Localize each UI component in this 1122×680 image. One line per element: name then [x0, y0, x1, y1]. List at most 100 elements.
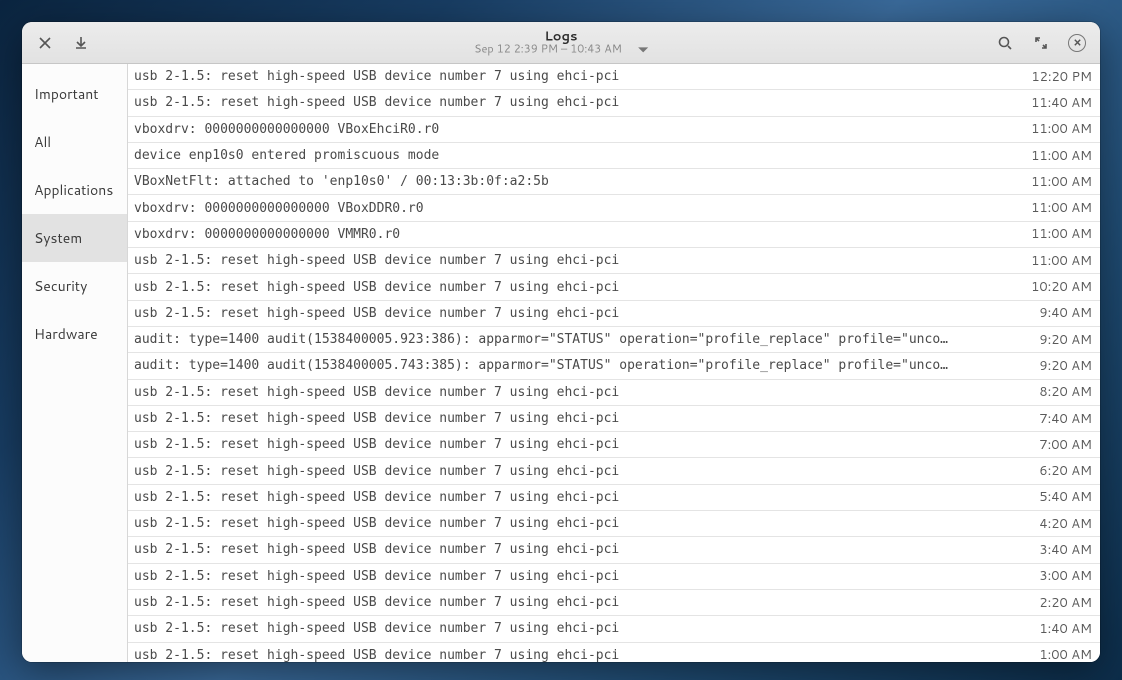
log-message: usb 2-1.5: reset high-speed USB device n… — [134, 648, 1020, 662]
date-range: Sep 12 2:39 PM – 10:43 AM — [474, 44, 622, 56]
log-timestamp: 11:00 AM — [1020, 225, 1092, 243]
log-row[interactable]: usb 2-1.5: reset high-speed USB device n… — [128, 564, 1100, 590]
log-timestamp: 3:00 AM — [1020, 567, 1092, 585]
log-row[interactable]: usb 2-1.5: reset high-speed USB device n… — [128, 90, 1100, 116]
sidebar: Important All Applications System Security Ha… — [22, 64, 128, 662]
log-message: usb 2-1.5: reset high-speed USB device n… — [134, 621, 1020, 636]
log-timestamp: 9:40 AM — [1020, 304, 1092, 322]
log-row[interactable]: device enp10s0 entered promiscuous mode1… — [128, 143, 1100, 169]
log-timestamp: 1:00 AM — [1020, 646, 1092, 662]
log-row[interactable]: usb 2-1.5: reset high-speed USB device n… — [128, 432, 1100, 458]
log-row[interactable]: usb 2-1.5: reset high-speed USB device n… — [128, 406, 1100, 432]
expand-button[interactable] — [1030, 32, 1052, 54]
log-row[interactable]: audit: type=1400 audit(1538400005.923:38… — [128, 327, 1100, 353]
log-row[interactable]: usb 2-1.5: reset high-speed USB device n… — [128, 590, 1100, 616]
log-timestamp: 6:20 AM — [1020, 462, 1092, 480]
log-timestamp: 5:40 AM — [1020, 488, 1092, 506]
log-timestamp: 11:00 AM — [1020, 252, 1092, 270]
log-message: usb 2-1.5: reset high-speed USB device n… — [134, 464, 1020, 479]
log-message: usb 2-1.5: reset high-speed USB device n… — [134, 95, 1020, 110]
log-timestamp: 11:00 AM — [1020, 199, 1092, 217]
sidebar-item-label: Hardware — [34, 324, 98, 344]
log-row[interactable]: VBoxNetFlt: attached to 'enp10s0' / 00:1… — [128, 169, 1100, 195]
log-timestamp: 8:20 AM — [1020, 383, 1092, 401]
log-message: usb 2-1.5: reset high-speed USB device n… — [134, 253, 1020, 268]
chevron-down-icon — [638, 48, 648, 53]
log-timestamp: 11:40 AM — [1020, 94, 1092, 112]
log-row[interactable]: audit: type=1400 audit(1538400005.743:38… — [128, 353, 1100, 379]
log-message: usb 2-1.5: reset high-speed USB device n… — [134, 569, 1020, 584]
log-timestamp: 11:00 AM — [1020, 147, 1092, 165]
log-row[interactable]: usb 2-1.5: reset high-speed USB device n… — [128, 301, 1100, 327]
log-message: audit: type=1400 audit(1538400005.743:38… — [134, 358, 1020, 373]
log-row[interactable]: usb 2-1.5: reset high-speed USB device n… — [128, 537, 1100, 563]
log-timestamp: 11:00 AM — [1020, 120, 1092, 138]
window-close-button[interactable] — [1066, 32, 1088, 54]
logs-window: Logs Sep 12 2:39 PM – 10:43 AM Important… — [22, 22, 1100, 662]
headerbar-left — [22, 32, 104, 54]
log-list[interactable]: usb 2-1.5: reset high-speed USB device n… — [128, 64, 1100, 662]
log-timestamp: 3:40 AM — [1020, 541, 1092, 559]
close-button[interactable] — [34, 32, 56, 54]
sidebar-item-all[interactable]: All — [22, 118, 127, 166]
log-timestamp: 7:00 AM — [1020, 436, 1092, 454]
log-message: vboxdrv: 0000000000000000 VBoxEhciR0.r0 — [134, 122, 1020, 137]
log-timestamp: 1:40 AM — [1020, 620, 1092, 638]
log-message: usb 2-1.5: reset high-speed USB device n… — [134, 542, 1020, 557]
log-message: usb 2-1.5: reset high-speed USB device n… — [134, 385, 1020, 400]
log-message: usb 2-1.5: reset high-speed USB device n… — [134, 437, 1020, 452]
log-message: vboxdrv: 0000000000000000 VBoxDDR0.r0 — [134, 201, 1020, 216]
sidebar-item-label: Important — [34, 84, 99, 104]
log-timestamp: 7:40 AM — [1020, 410, 1092, 428]
sidebar-item-applications[interactable]: Applications — [22, 166, 127, 214]
headerbar: Logs Sep 12 2:39 PM – 10:43 AM — [22, 22, 1100, 64]
log-message: usb 2-1.5: reset high-speed USB device n… — [134, 69, 1020, 84]
log-message: usb 2-1.5: reset high-speed USB device n… — [134, 306, 1020, 321]
sidebar-item-hardware[interactable]: Hardware — [22, 310, 127, 358]
log-row[interactable]: vboxdrv: 0000000000000000 VMMR0.r011:00 … — [128, 222, 1100, 248]
close-circle-icon — [1068, 34, 1086, 52]
close-icon — [37, 35, 53, 51]
log-message: audit: type=1400 audit(1538400005.923:38… — [134, 332, 1020, 347]
log-message: usb 2-1.5: reset high-speed USB device n… — [134, 595, 1020, 610]
log-timestamp: 10:20 AM — [1020, 278, 1092, 296]
log-row[interactable]: vboxdrv: 0000000000000000 VBoxDDR0.r011:… — [128, 195, 1100, 221]
log-message: device enp10s0 entered promiscuous mode — [134, 148, 1020, 163]
log-message: usb 2-1.5: reset high-speed USB device n… — [134, 490, 1020, 505]
log-row[interactable]: usb 2-1.5: reset high-speed USB device n… — [128, 248, 1100, 274]
sidebar-item-system[interactable]: System — [22, 214, 127, 262]
sidebar-item-label: Applications — [34, 180, 113, 200]
log-timestamp: 9:20 AM — [1020, 331, 1092, 349]
log-message: vboxdrv: 0000000000000000 VMMR0.r0 — [134, 227, 1020, 242]
download-icon — [73, 35, 89, 51]
log-message: usb 2-1.5: reset high-speed USB device n… — [134, 411, 1020, 426]
log-row[interactable]: usb 2-1.5: reset high-speed USB device n… — [128, 511, 1100, 537]
search-icon — [997, 35, 1013, 51]
sidebar-item-label: Security — [34, 276, 87, 296]
log-row[interactable]: usb 2-1.5: reset high-speed USB device n… — [128, 64, 1100, 90]
expand-icon — [1033, 35, 1049, 51]
sidebar-item-important[interactable]: Important — [22, 70, 127, 118]
log-message: usb 2-1.5: reset high-speed USB device n… — [134, 280, 1020, 295]
log-row[interactable]: usb 2-1.5: reset high-speed USB device n… — [128, 485, 1100, 511]
log-row[interactable]: usb 2-1.5: reset high-speed USB device n… — [128, 458, 1100, 484]
log-timestamp: 12:20 PM — [1020, 68, 1092, 86]
log-message: VBoxNetFlt: attached to 'enp10s0' / 00:1… — [134, 174, 1020, 189]
log-row[interactable]: usb 2-1.5: reset high-speed USB device n… — [128, 274, 1100, 300]
window-body: Important All Applications System Security Ha… — [22, 64, 1100, 662]
sidebar-item-label: All — [34, 132, 51, 152]
headerbar-title-group[interactable]: Logs Sep 12 2:39 PM – 10:43 AM — [474, 30, 648, 55]
log-row[interactable]: usb 2-1.5: reset high-speed USB device n… — [128, 380, 1100, 406]
sidebar-item-label: System — [34, 228, 82, 248]
sidebar-item-security[interactable]: Security — [22, 262, 127, 310]
log-row[interactable]: usb 2-1.5: reset high-speed USB device n… — [128, 616, 1100, 642]
log-row[interactable]: vboxdrv: 0000000000000000 VBoxEhciR0.r01… — [128, 117, 1100, 143]
log-timestamp: 4:20 AM — [1020, 515, 1092, 533]
log-timestamp: 2:20 AM — [1020, 594, 1092, 612]
search-button[interactable] — [994, 32, 1016, 54]
log-row[interactable]: usb 2-1.5: reset high-speed USB device n… — [128, 643, 1100, 662]
export-button[interactable] — [70, 32, 92, 54]
log-timestamp: 9:20 AM — [1020, 357, 1092, 375]
headerbar-right — [982, 32, 1100, 54]
log-timestamp: 11:00 AM — [1020, 173, 1092, 191]
